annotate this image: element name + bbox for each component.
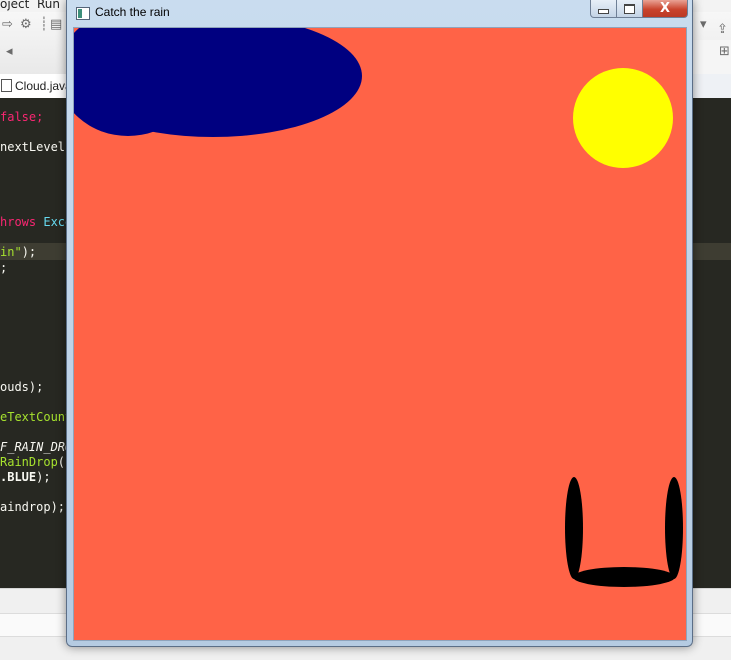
editor-tab-cloud[interactable]: Cloud.java: [0, 74, 67, 98]
menu-item-project[interactable]: oject: [0, 0, 29, 11]
code-line: aindrop);: [0, 500, 66, 514]
bucket-bottom: [573, 567, 675, 587]
code-line: nextLevel: [0, 140, 66, 154]
code-line: .BLUE);: [0, 470, 51, 484]
debug-icon[interactable]: ⇨: [2, 17, 13, 32]
window-controls: X: [590, 0, 688, 18]
code-line: ouds);: [0, 380, 44, 394]
close-icon: X: [659, 1, 671, 16]
sun: [573, 68, 673, 168]
code-line: F_RAIN_DRO: [0, 440, 73, 454]
code-line: RainDrop((: [0, 455, 72, 469]
toolbar-separator-icon: ┊: [40, 17, 48, 32]
game-window: Catch the rain X: [66, 0, 693, 647]
game-scene: [74, 28, 686, 640]
window-titlebar[interactable]: Catch the rain X: [67, 0, 692, 26]
maximize-icon: [624, 3, 635, 14]
game-canvas[interactable]: [73, 27, 687, 641]
java-file-icon: [1, 79, 12, 92]
bucket-left-wall: [565, 477, 583, 579]
bucket-right-wall: [665, 477, 683, 579]
window-title: Catch the rain: [95, 5, 170, 19]
code-line: in");: [0, 245, 37, 259]
code-line: ;: [0, 261, 8, 275]
back-icon[interactable]: ◂: [6, 44, 13, 59]
code-line: eTextCount: [0, 410, 73, 424]
editor-tab-label: Cloud.java: [15, 79, 67, 93]
build-icon[interactable]: ▤: [50, 17, 62, 32]
minimize-button[interactable]: [590, 0, 617, 18]
code-line: hrows Exce: [0, 215, 73, 229]
app-icon[interactable]: [76, 7, 90, 20]
menu-item-run[interactable]: Run: [37, 0, 60, 11]
code-line: false;: [0, 110, 44, 124]
close-button[interactable]: X: [643, 0, 688, 18]
minimize-icon: [598, 8, 609, 14]
dropdown-arrow-icon[interactable]: ▾: [700, 17, 707, 32]
maximize-button[interactable]: [617, 0, 643, 18]
run-icon[interactable]: ⚙: [20, 17, 32, 32]
open-perspective-icon[interactable]: ⊞: [719, 44, 730, 59]
perspective-icon[interactable]: ⇪: [717, 22, 728, 37]
